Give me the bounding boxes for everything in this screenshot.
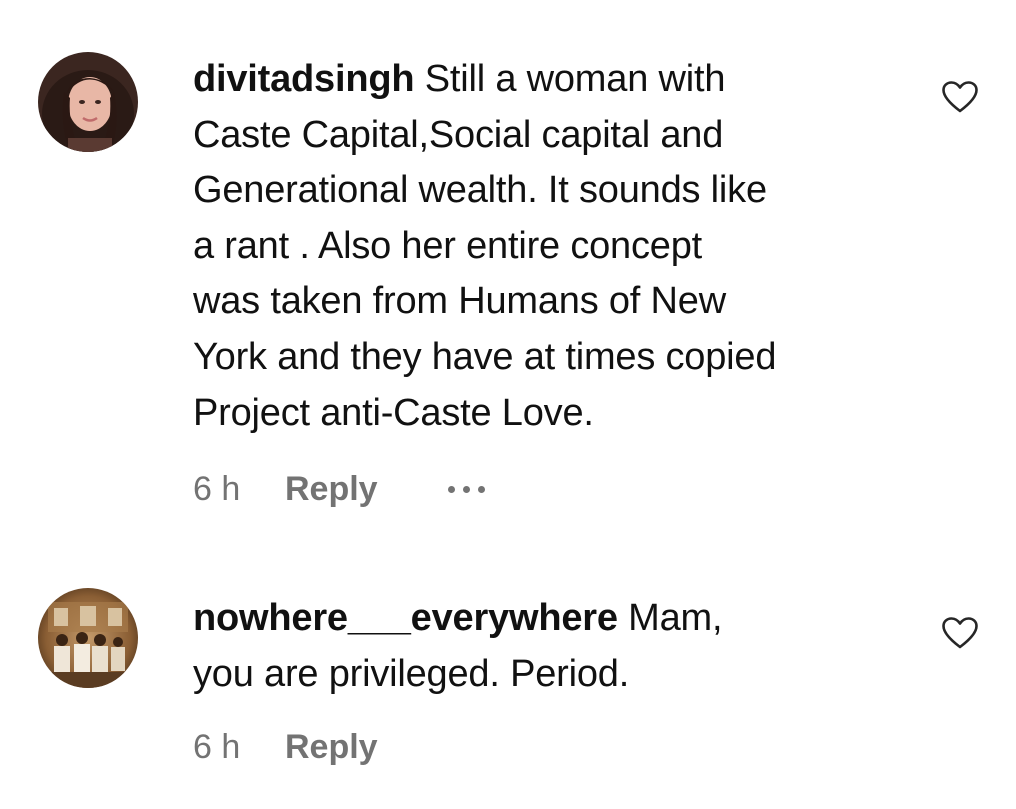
reply-button[interactable]: Reply (285, 728, 378, 767)
dot (477, 486, 485, 493)
dot (447, 486, 455, 493)
comment-timestamp: 6 h (193, 728, 241, 766)
comment-text: divitadsingh Still a woman with Caste Ca… (193, 52, 913, 441)
comment-timestamp: 6 h (193, 470, 241, 508)
heart-outline-icon[interactable] (942, 81, 978, 113)
avatar[interactable] (38, 588, 138, 688)
comment-line: York and they have at times copied (193, 335, 777, 378)
comment-line: Project anti-Caste Love. (193, 391, 594, 434)
avatar[interactable] (38, 52, 138, 152)
comment-line: Mam, (628, 597, 723, 639)
dot (462, 486, 470, 493)
comment-meta: 6 h Reply (193, 728, 378, 767)
comment-line: Still a woman with (424, 58, 726, 100)
comment-line: was taken from Humans of New (193, 280, 726, 323)
comment-line: you are privileged. Period. (193, 652, 630, 695)
comment-text: nowhere___everywhere Mam, you are privil… (193, 591, 913, 702)
avatar-group-photo-icon (38, 588, 138, 688)
comment-username[interactable]: divitadsingh (193, 58, 415, 100)
more-options-icon[interactable] (447, 486, 485, 493)
comment-username[interactable]: nowhere___everywhere (193, 597, 618, 639)
reply-button[interactable]: Reply (285, 470, 378, 509)
avatar-woman-photo-icon (38, 52, 138, 152)
comment-line: Caste Capital,Social capital and (193, 113, 724, 156)
comment-meta: 6 h Reply (193, 470, 485, 509)
comment-line: a rant . Also her entire concept (193, 224, 703, 267)
heart-outline-icon[interactable] (942, 617, 978, 649)
comment-line: Generational wealth. It sounds like (193, 169, 767, 212)
